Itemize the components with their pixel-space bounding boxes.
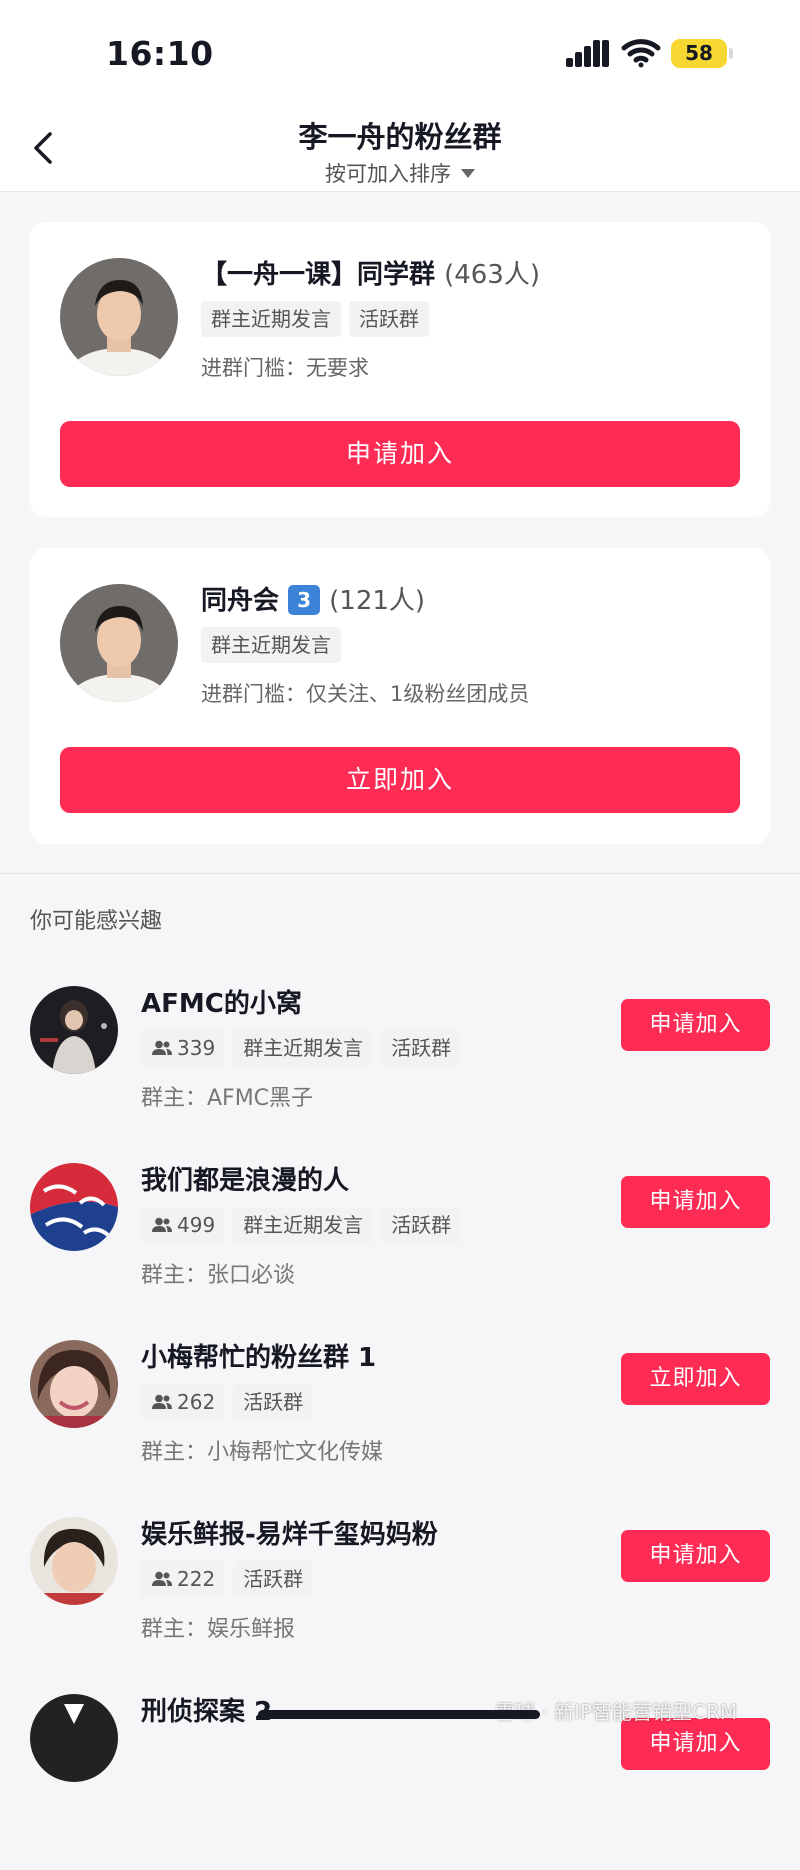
group-card: 同舟会 3 (121人) 群主近期发言 进群门槛：仅关注、1级粉丝团成员 立即加… (30, 548, 770, 844)
tag-list: 262 活跃群 (141, 1384, 314, 1420)
tag: 活跃群 (349, 301, 429, 337)
member-count: 339 (177, 1036, 216, 1060)
group-name: 娱乐鲜报-易烊千玺妈妈粉 (141, 1520, 438, 1550)
avatar[interactable] (30, 1340, 118, 1428)
apply-join-button[interactable]: 申请加入 (621, 1176, 770, 1228)
member-count: 222 (177, 1567, 216, 1591)
tag: 群主近期发言 (233, 1207, 374, 1243)
list-item[interactable]: AFMC的小窝 339 群主近期发言 活跃群 群主：AFMC黑子 申请加入 (0, 986, 800, 1162)
tag: 活跃群 (381, 1030, 462, 1066)
battery-indicator: 58 (671, 39, 727, 68)
group-name: 刑侦探案 2 (141, 1697, 273, 1727)
section-title: 你可能感兴趣 (30, 909, 163, 934)
tag: 群主近期发言 (201, 301, 341, 337)
group-owner: 群主：小梅帮忙文化传媒 (141, 1440, 384, 1465)
avatar[interactable] (60, 258, 178, 376)
home-indicator (258, 1710, 540, 1719)
group-name: 我们都是浪漫的人 (141, 1166, 350, 1196)
member-count: (463人) (444, 260, 540, 290)
member-count-tag: 222 (141, 1561, 226, 1597)
list-item[interactable]: 娱乐鲜报-易烊千玺妈妈粉 222 活跃群 群主：娱乐鲜报 申请加入 (0, 1517, 800, 1693)
tag: 群主近期发言 (201, 627, 341, 663)
member-count: (121人) (329, 586, 426, 616)
join-requirement: 进群门槛：仅关注、1级粉丝团成员 (201, 682, 530, 706)
avatar[interactable] (30, 1163, 118, 1251)
group-owner: 群主：娱乐鲜报 (141, 1617, 296, 1642)
join-now-button[interactable]: 立即加入 (621, 1353, 770, 1405)
cellular-signal-icon (566, 40, 609, 67)
join-requirement: 进群门槛：无要求 (201, 356, 369, 380)
people-icon (152, 1394, 172, 1409)
tag: 群主近期发言 (233, 1030, 374, 1066)
group-owner: 群主：张口必谈 (141, 1263, 296, 1288)
member-count-tag: 339 (141, 1030, 226, 1066)
tag: 活跃群 (233, 1561, 314, 1597)
tag: 活跃群 (381, 1207, 462, 1243)
group-owner: 群主：AFMC黑子 (141, 1086, 314, 1111)
wifi-icon (621, 39, 661, 68)
status-time: 16:10 (106, 34, 214, 73)
list-item[interactable]: 小梅帮忙的粉丝群 1 262 活跃群 群主：小梅帮忙文化传媒 立即加入 (0, 1340, 800, 1516)
caret-down-icon (461, 168, 475, 178)
apply-join-button[interactable]: 申请加入 (621, 999, 770, 1051)
apply-join-button[interactable]: 申请加入 (621, 1718, 770, 1770)
battery-tip (729, 48, 733, 59)
level-badge: 3 (288, 585, 321, 615)
people-icon (152, 1217, 172, 1232)
avatar[interactable] (30, 1517, 118, 1605)
group-name-text: 同舟会 (201, 586, 280, 616)
member-count: 262 (177, 1390, 216, 1414)
apply-join-button[interactable]: 申请加入 (621, 1530, 770, 1582)
sort-dropdown[interactable]: 按可加入排序 (0, 158, 800, 188)
avatar[interactable] (30, 986, 118, 1074)
nav-bar: 李一舟的粉丝群 按可加入排序 (0, 100, 800, 192)
group-name: 【一舟一课】同学群 (463人) (201, 254, 540, 291)
status-bar: 16:10 58 (0, 0, 800, 100)
tag-list: 群主近期发言 (201, 627, 341, 663)
page-title: 李一舟的粉丝群 (298, 120, 502, 154)
member-count: 499 (177, 1213, 216, 1237)
group-name: AFMC的小窝 (141, 989, 302, 1019)
avatar[interactable] (30, 1694, 118, 1782)
member-count-tag: 499 (141, 1207, 226, 1243)
member-count-tag: 262 (141, 1384, 226, 1420)
tag: 活跃群 (233, 1384, 314, 1420)
group-name: 同舟会 3 (121人) (201, 580, 425, 617)
group-name-text: 【一舟一课】同学群 (201, 260, 436, 290)
sort-label: 按可加入排序 (325, 162, 451, 186)
join-now-button[interactable]: 立即加入 (60, 747, 740, 813)
tag-list: 222 活跃群 (141, 1561, 314, 1597)
tag-list: 499 群主近期发言 活跃群 (141, 1207, 462, 1243)
tag-list: 339 群主近期发言 活跃群 (141, 1030, 462, 1066)
apply-join-button[interactable]: 申请加入 (60, 421, 740, 487)
people-icon (152, 1040, 172, 1055)
group-name: 小梅帮忙的粉丝群 1 (141, 1343, 377, 1373)
avatar[interactable] (60, 584, 178, 702)
list-item[interactable]: 我们都是浪漫的人 499 群主近期发言 活跃群 群主：张口必谈 申请加入 (0, 1163, 800, 1339)
section-divider (0, 873, 800, 874)
group-card: 【一舟一课】同学群 (463人) 群主近期发言 活跃群 进群门槛：无要求 申请加… (30, 222, 770, 517)
people-icon (152, 1571, 172, 1586)
tag-list: 群主近期发言 活跃群 (201, 301, 429, 337)
